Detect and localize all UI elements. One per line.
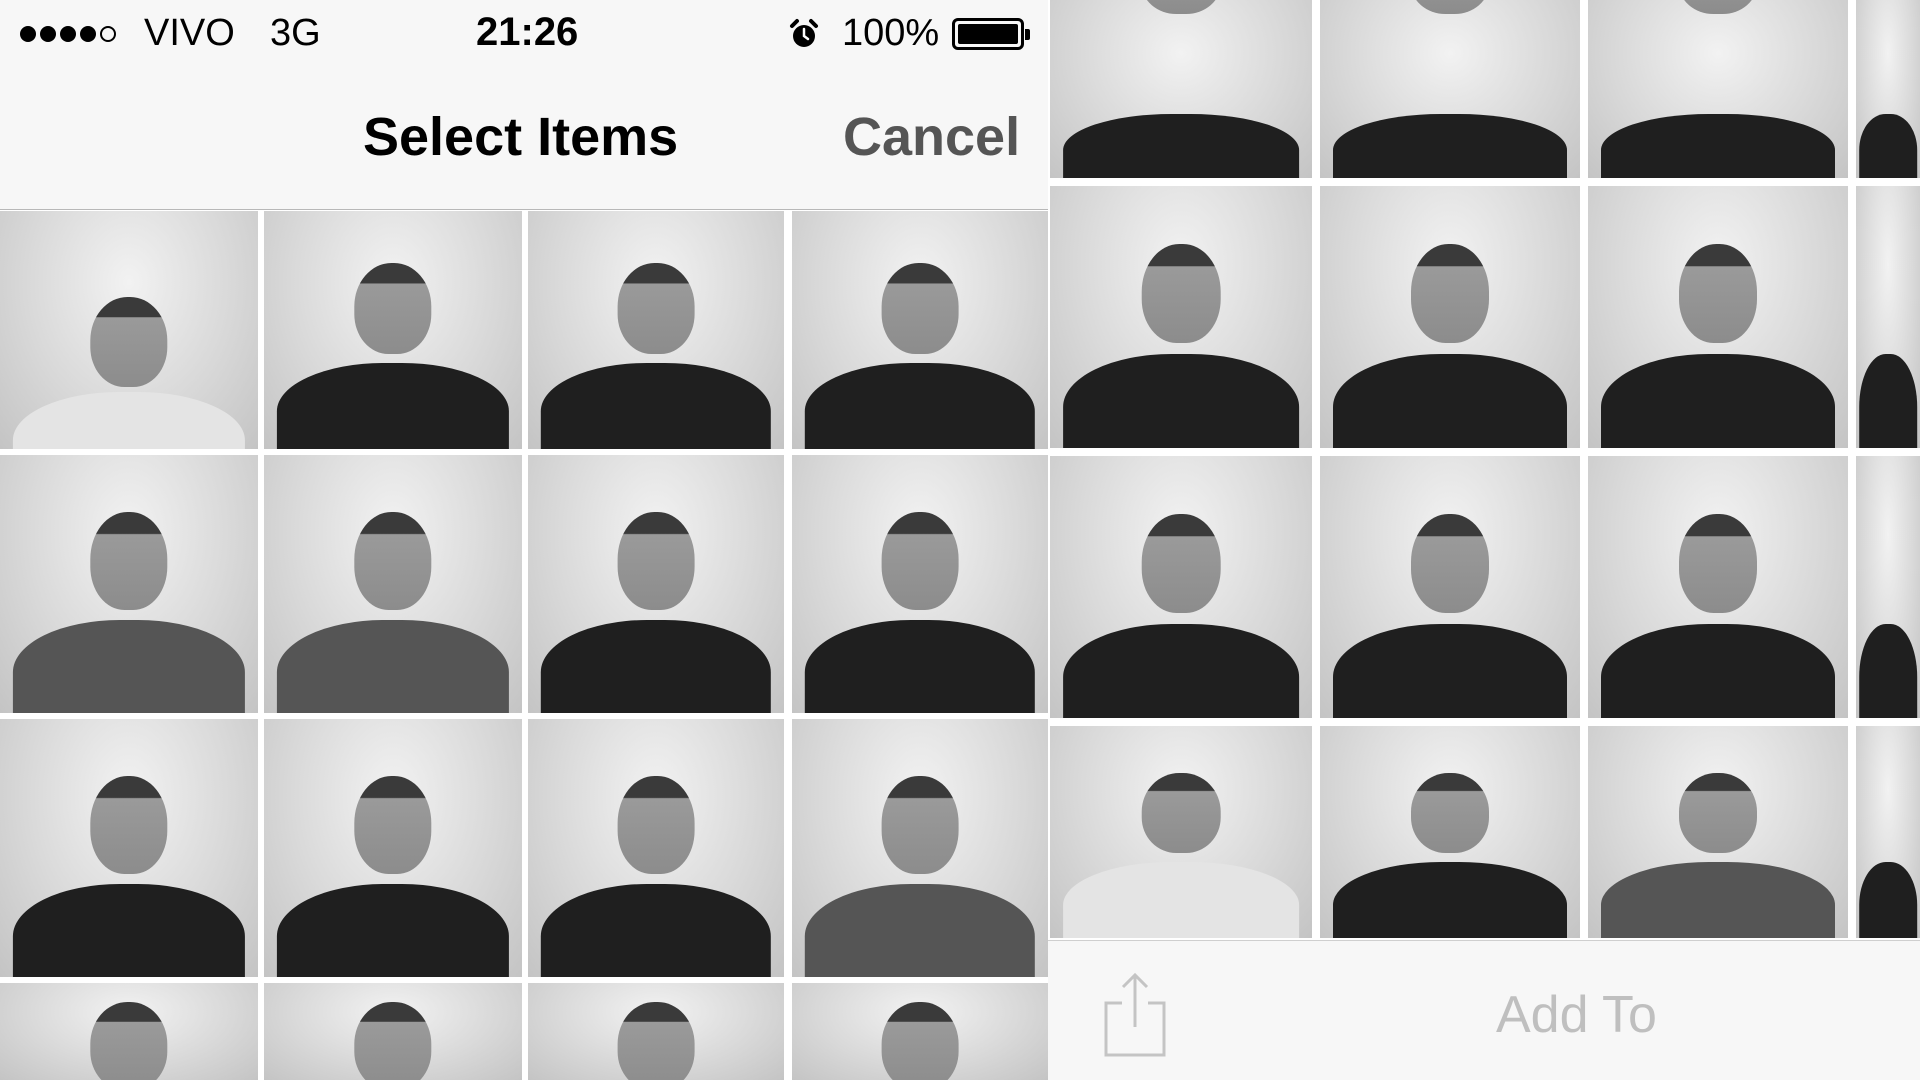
photo-thumbnail[interactable]	[528, 211, 784, 449]
signal-dot	[60, 26, 76, 42]
battery-level	[958, 24, 1018, 44]
photos-select-screen: VIVO 3G 21:26 100% Select Items Cancel A…	[0, 0, 1920, 1080]
photo-thumbnail[interactable]	[528, 455, 784, 713]
photo-thumbnail[interactable]	[1856, 456, 1920, 718]
photo-thumbnail[interactable]	[264, 211, 522, 449]
add-to-button[interactable]: Add To	[1496, 985, 1657, 1045]
bottom-toolbar: Add To	[1048, 940, 1920, 1080]
alarm-clock-icon	[790, 19, 818, 47]
photo-thumbnail[interactable]	[1588, 0, 1848, 178]
status-time: 21:26	[476, 10, 579, 54]
photo-thumbnail[interactable]	[264, 983, 522, 1080]
photo-thumbnail[interactable]	[1050, 186, 1312, 448]
photo-thumbnail[interactable]	[0, 719, 258, 977]
photo-thumbnail[interactable]	[1320, 0, 1580, 178]
photo-thumbnail[interactable]	[1588, 186, 1848, 448]
status-bar: VIVO 3G 21:26 100%	[0, 0, 1048, 68]
photo-thumbnail[interactable]	[792, 455, 1048, 713]
battery-icon	[952, 18, 1030, 50]
photo-thumbnail[interactable]	[1588, 456, 1848, 718]
photo-thumbnail[interactable]	[0, 455, 258, 713]
photo-thumbnail[interactable]	[1856, 0, 1920, 178]
navigation-bar: Select Items Cancel	[0, 68, 1048, 210]
photo-thumbnail[interactable]	[528, 719, 784, 977]
signal-dot	[20, 26, 36, 42]
photo-thumbnail[interactable]	[528, 983, 784, 1080]
photo-thumbnail[interactable]	[1050, 456, 1312, 718]
photo-thumbnail[interactable]	[792, 983, 1048, 1080]
photo-thumbnail[interactable]	[1320, 456, 1580, 718]
photo-thumbnail[interactable]	[0, 983, 258, 1080]
page-title: Select Items	[363, 107, 679, 167]
signal-dot-empty	[100, 26, 116, 42]
photo-thumbnail[interactable]	[264, 719, 522, 977]
photo-thumbnail[interactable]	[1050, 726, 1312, 938]
share-icon[interactable]	[1100, 969, 1170, 1059]
photo-thumbnail[interactable]	[1320, 186, 1580, 448]
network-type: 3G	[270, 12, 321, 54]
photo-thumbnail[interactable]	[1856, 186, 1920, 448]
photo-thumbnail[interactable]	[1856, 726, 1920, 938]
carrier-name: VIVO	[144, 12, 235, 54]
photo-thumbnail[interactable]	[1050, 0, 1312, 178]
battery-percentage: 100%	[842, 12, 940, 54]
photo-thumbnail[interactable]	[0, 211, 258, 449]
signal-dot	[80, 26, 96, 42]
cancel-button[interactable]: Cancel	[843, 106, 1020, 168]
photo-thumbnail[interactable]	[792, 719, 1048, 977]
signal-strength-icon	[20, 26, 116, 42]
photo-thumbnail[interactable]	[264, 455, 522, 713]
photo-thumbnail[interactable]	[1320, 726, 1580, 938]
signal-dot	[40, 26, 56, 42]
photo-thumbnail[interactable]	[792, 211, 1048, 449]
photo-thumbnail[interactable]	[1588, 726, 1848, 938]
